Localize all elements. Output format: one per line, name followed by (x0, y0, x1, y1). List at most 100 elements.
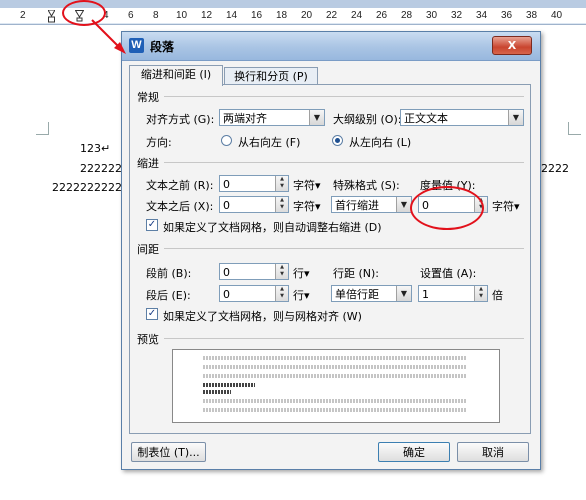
setting-value: 1 (422, 288, 429, 301)
spin-buttons[interactable]: ▲ ▼ (474, 286, 487, 301)
special-format-value: 首行缩进 (335, 199, 379, 212)
divider (164, 96, 524, 97)
ruler-number: 14 (226, 10, 238, 21)
spacing-grid-label: 如果定义了文档网格，则与网格对齐 (W) (163, 310, 362, 323)
indent-grid-checkbox[interactable]: ✓ (146, 219, 158, 231)
paragraph-dialog: W 段落 X 缩进和间距 (I) 换行和分页 (P) 常规 对齐方式 (G): … (121, 31, 541, 470)
special-format-select[interactable]: 首行缩进 ▼ (331, 196, 412, 213)
page-corner-mark (36, 122, 49, 135)
preview-line-current (203, 383, 255, 387)
indent-grid-label: 如果定义了文档网格，则自动调整右缩进 (D) (163, 221, 382, 234)
measure-unit[interactable]: 字符▾ (492, 198, 520, 214)
ruler-number: 20 (301, 10, 313, 21)
align-label: 对齐方式 (G): (146, 113, 215, 126)
outline-value: 正文文本 (404, 112, 448, 125)
annotation-circle-measure (410, 186, 484, 230)
preview-line (203, 365, 467, 369)
ruler-number: 2 (20, 10, 26, 21)
section-heading-indent: 缩进 (137, 157, 159, 170)
indent-before-value: 0 (223, 178, 230, 191)
ltr-label: 从左向右 (L) (349, 136, 412, 149)
outline-select[interactable]: 正文文本 ▼ (400, 109, 524, 126)
ruler-number: 18 (276, 10, 288, 21)
doc-text-line: 123↵ (80, 142, 111, 155)
ruler-number: 28 (401, 10, 413, 21)
ruler-number: 34 (476, 10, 488, 21)
setting-unit: 倍 (492, 289, 503, 302)
preview-line-current (203, 390, 231, 394)
indent-after-input[interactable]: 0 ▲ ▼ (219, 196, 289, 213)
preview-box (172, 349, 500, 423)
ruler-number: 10 (176, 10, 188, 21)
rtl-label: 从右向左 (F) (238, 136, 301, 149)
spacing-after-label: 段后 (E): (146, 289, 191, 302)
preview-line (203, 408, 467, 412)
line-spacing-label: 行距 (N): (333, 267, 380, 280)
dialog-title: 段落 (150, 40, 175, 54)
indent-after-label: 文本之后 (X): (146, 200, 214, 213)
tab-stops-button[interactable]: 制表位 (T)... (131, 442, 206, 462)
indent-before-input[interactable]: 0 ▲ ▼ (219, 175, 289, 192)
direction-label: 方向: (146, 136, 172, 149)
cancel-button[interactable]: 取消 (457, 442, 529, 462)
left-indent-marker[interactable] (47, 9, 56, 23)
section-heading-preview: 预览 (137, 333, 159, 346)
divider (164, 338, 524, 339)
spacing-before-unit[interactable]: 行▾ (293, 265, 310, 281)
spacing-grid-checkbox[interactable]: ✓ (146, 308, 158, 320)
setting-value-input[interactable]: 1 ▲ ▼ (418, 285, 488, 302)
section-heading-spacing: 间距 (137, 243, 159, 256)
doc-text-line: 2222 (541, 162, 569, 175)
line-spacing-select[interactable]: 单倍行距 ▼ (331, 285, 412, 302)
chevron-down-icon: ▼ (396, 286, 411, 301)
spin-buttons[interactable]: ▲ ▼ (275, 176, 288, 191)
dialog-title-bar[interactable]: W 段落 X (122, 32, 540, 61)
spacing-after-unit[interactable]: 行▾ (293, 287, 310, 303)
ruler-number: 6 (128, 10, 134, 21)
preview-line (203, 356, 467, 360)
align-value: 两端对齐 (223, 112, 267, 125)
spacing-after-value: 0 (223, 288, 230, 301)
ruler-number: 40 (551, 10, 563, 21)
spacing-before-value: 0 (223, 266, 230, 279)
spin-buttons[interactable]: ▲ ▼ (275, 197, 288, 212)
indent-before-label: 文本之前 (R): (146, 179, 214, 192)
setting-value-label: 设置值 (A): (420, 267, 477, 280)
ruler-number: 22 (326, 10, 338, 21)
ruler-number: 38 (526, 10, 538, 21)
indent-after-unit[interactable]: 字符▾ (293, 198, 321, 214)
doc-text-line: 22222222222 (52, 181, 129, 194)
divider (164, 162, 524, 163)
ok-button[interactable]: 确定 (378, 442, 450, 462)
spacing-before-label: 段前 (B): (146, 267, 192, 280)
rtl-radio[interactable] (221, 135, 232, 146)
ruler-number: 30 (426, 10, 438, 21)
divider (164, 248, 524, 249)
ruler-number: 36 (501, 10, 513, 21)
close-button[interactable]: X (492, 36, 532, 55)
chevron-down-icon: ▼ (309, 110, 324, 125)
spacing-after-input[interactable]: 0 ▲ ▼ (219, 285, 289, 302)
outline-label: 大纲级别 (O): (333, 113, 402, 126)
ruler-number: 24 (351, 10, 363, 21)
page-corner-mark (568, 122, 581, 135)
indent-before-unit[interactable]: 字符▾ (293, 177, 321, 193)
ruler-number: 16 (251, 10, 263, 21)
ruler-number: 12 (201, 10, 213, 21)
ruler-number: 26 (376, 10, 388, 21)
preview-line (203, 399, 467, 403)
indent-after-value: 0 (223, 199, 230, 212)
annotation-circle-ruler (62, 0, 106, 26)
tab-indent-spacing[interactable]: 缩进和间距 (I) (129, 65, 223, 86)
spacing-before-input[interactable]: 0 ▲ ▼ (219, 263, 289, 280)
section-heading-general: 常规 (137, 91, 159, 104)
ruler-number: 32 (451, 10, 463, 21)
align-select[interactable]: 两端对齐 ▼ (219, 109, 325, 126)
chevron-down-icon: ▼ (508, 110, 523, 125)
special-format-label: 特殊格式 (S): (333, 179, 400, 192)
spin-buttons[interactable]: ▲ ▼ (275, 264, 288, 279)
spin-buttons[interactable]: ▲ ▼ (275, 286, 288, 301)
chevron-down-icon: ▼ (396, 197, 411, 212)
ltr-radio[interactable] (332, 135, 343, 146)
app-logo-icon: W (129, 38, 144, 53)
